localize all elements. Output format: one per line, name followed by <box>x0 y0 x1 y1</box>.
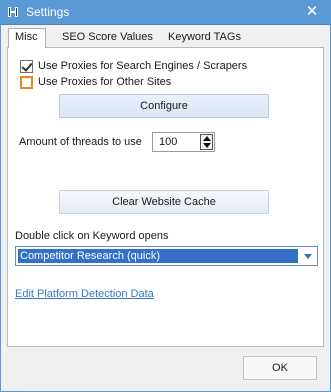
tab-seo-score-values[interactable]: SEO Score Values <box>56 29 159 47</box>
use-proxies-search-label: Use Proxies for Search Engines / Scraper… <box>38 60 248 72</box>
close-icon[interactable]: ✕ <box>303 4 321 20</box>
double-click-label: Double click on Keyword opens <box>15 230 169 242</box>
arrow-down-icon[interactable] <box>203 143 211 148</box>
use-proxies-other-label: Use Proxies for Other Sites <box>38 76 172 88</box>
double-click-selected-value[interactable]: Competitor Research (quick) <box>18 249 298 263</box>
threads-stepper[interactable]: 100 <box>152 132 215 152</box>
threads-spin-buttons[interactable] <box>200 134 213 150</box>
configure-button[interactable]: Configure <box>59 94 269 118</box>
misc-panel: Use Proxies for Search Engines / Scraper… <box>7 47 324 347</box>
threads-label: Amount of threads to use <box>19 136 142 148</box>
threads-value[interactable]: 100 <box>159 136 177 148</box>
use-proxies-search-option[interactable]: Use Proxies for Search Engines / Scraper… <box>20 59 247 73</box>
use-proxies-other-option[interactable]: Use Proxies for Other Sites <box>20 75 171 89</box>
use-proxies-search-checkbox[interactable] <box>20 59 33 73</box>
tab-misc[interactable]: Misc <box>8 28 46 48</box>
arrow-up-icon[interactable] <box>203 136 211 141</box>
use-proxies-other-checkbox[interactable] <box>20 75 33 89</box>
ok-button[interactable]: OK <box>243 356 317 380</box>
tab-keyword-tags[interactable]: Keyword TAGs <box>162 29 247 47</box>
clear-website-cache-button[interactable]: Clear Website Cache <box>59 190 269 214</box>
chevron-down-icon[interactable] <box>299 247 317 265</box>
double-click-select[interactable]: Competitor Research (quick) <box>15 246 318 266</box>
title-bar: Settings ✕ <box>0 0 331 25</box>
app-logo-icon <box>6 5 20 19</box>
edit-platform-detection-link[interactable]: Edit Platform Detection Data <box>15 288 154 300</box>
window-title: Settings <box>26 5 70 19</box>
